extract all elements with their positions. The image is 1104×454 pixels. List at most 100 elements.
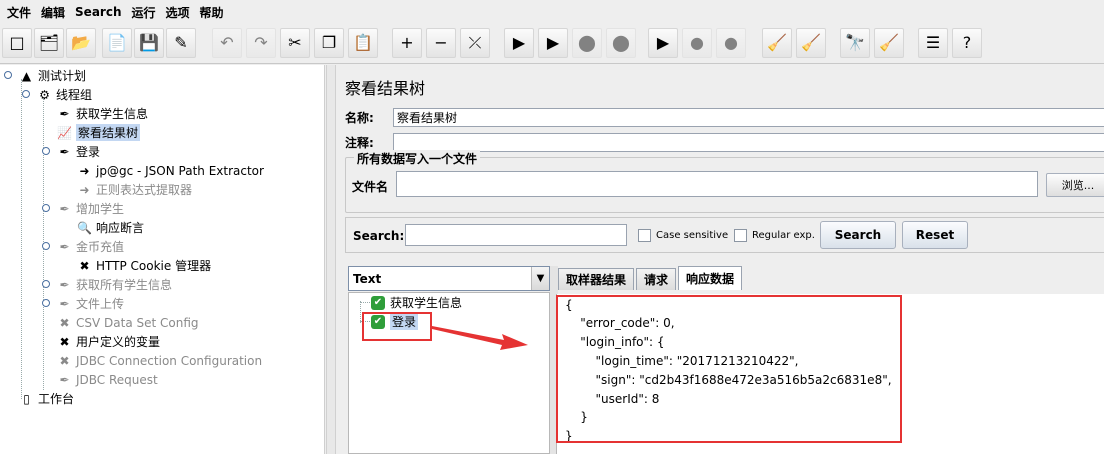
collapse-button[interactable]: − xyxy=(426,28,456,58)
binoculars-search-icon: 🔭 xyxy=(845,33,865,52)
expand-button[interactable]: + xyxy=(392,28,422,58)
tree-node[interactable]: ✒ 增加学生 xyxy=(56,199,124,218)
clear-button[interactable]: 🧹 xyxy=(762,28,792,58)
tree-expand-handle[interactable] xyxy=(42,242,50,250)
tree-node[interactable]: ✖ JDBC Connection Configuration xyxy=(56,351,262,370)
remote-exit-button[interactable]: ● xyxy=(716,28,746,58)
config-tools-icon: ✖ xyxy=(59,334,70,349)
shutdown-button[interactable]: ⬤ xyxy=(606,28,636,58)
close-file-button[interactable]: 📄 xyxy=(102,28,132,58)
function-helper-button[interactable]: ☰ xyxy=(918,28,948,58)
sampler-pen-icon: ✒ xyxy=(59,296,70,311)
name-label: 名称: xyxy=(345,110,374,125)
expand-icon: + xyxy=(400,33,414,52)
regular-exp-checkbox[interactable]: Regular exp. xyxy=(734,229,815,242)
tree-expand-handle[interactable] xyxy=(22,90,30,98)
tree-expand-handle[interactable] xyxy=(42,204,50,212)
open-templates-button[interactable]: 🗂 xyxy=(34,28,64,58)
copy-button[interactable]: ❐ xyxy=(314,28,344,58)
reset-button[interactable]: Reset xyxy=(902,221,968,249)
undo-button[interactable]: ↶ xyxy=(212,28,242,58)
filename-input[interactable] xyxy=(396,171,1038,197)
new-file-button[interactable]: □ xyxy=(2,28,32,58)
function-helper-icon: ☰ xyxy=(925,33,941,52)
extractor-arrow-icon: ➜ xyxy=(79,182,90,197)
tree-node[interactable]: ✒ 金币充值 xyxy=(56,237,124,256)
renderer-select[interactable]: Text ▼ xyxy=(348,266,550,291)
stop-button[interactable]: ⬤ xyxy=(572,28,602,58)
tree-node[interactable]: ✒ 获取学生信息 xyxy=(56,104,148,123)
tree-node-label: HTTP Cookie 管理器 xyxy=(96,259,212,273)
tree-node[interactable]: ✖ CSV Data Set Config xyxy=(56,313,199,332)
binoculars-search-button[interactable]: 🔭 xyxy=(840,28,870,58)
tree-node-label: CSV Data Set Config xyxy=(76,315,199,330)
tree-node[interactable]: ➜ 正则表达式提取器 xyxy=(76,180,192,199)
tree-node[interactable]: ▲ 测试计划 xyxy=(18,66,86,85)
menu-help[interactable]: 帮助 xyxy=(195,4,229,21)
remote-exit-icon: ● xyxy=(724,33,738,52)
start-no-pause-button[interactable]: ▶ xyxy=(538,28,568,58)
remote-stop-button[interactable]: ● xyxy=(682,28,712,58)
search-input[interactable] xyxy=(405,224,627,246)
paste-button[interactable]: 📋 xyxy=(348,28,378,58)
result-item[interactable]: ✔ 获取学生信息 xyxy=(371,294,462,311)
tree-node-label: 获取所有学生信息 xyxy=(76,278,173,292)
save-button[interactable]: 💾 xyxy=(134,28,164,58)
cut-button[interactable]: ✂ xyxy=(280,28,310,58)
tree-node[interactable]: ✒ 获取所有学生信息 xyxy=(56,275,172,294)
tab-request[interactable]: 请求 xyxy=(636,268,677,290)
menu-file[interactable]: 文件 xyxy=(2,4,36,21)
tree-connector xyxy=(21,79,22,399)
checkbox-box xyxy=(638,229,651,242)
browse-button[interactable]: 浏览... xyxy=(1046,173,1104,197)
case-sensitive-checkbox[interactable]: Case sensitive xyxy=(638,229,728,242)
tree-node[interactable]: ✖ HTTP Cookie 管理器 xyxy=(76,256,211,275)
tree-node-label: 线程组 xyxy=(56,88,93,102)
tree-node[interactable]: ⚙ 线程组 xyxy=(36,85,92,104)
sampler-pen-icon: ✒ xyxy=(59,372,70,387)
broom-reset-button[interactable]: 🧹 xyxy=(874,28,904,58)
tree-node[interactable]: 📈 察看结果树 xyxy=(56,123,141,142)
tree-node[interactable]: ✒ JDBC Request xyxy=(56,370,157,389)
save-as-button[interactable]: ✎ xyxy=(166,28,196,58)
tree-node[interactable]: ▯ 工作台 xyxy=(18,389,74,408)
start-button[interactable]: ▶ xyxy=(504,28,534,58)
tree-expand-handle[interactable] xyxy=(42,147,50,155)
toggle-icon: ⤫ xyxy=(468,33,482,52)
tree-expand-handle[interactable] xyxy=(42,280,50,288)
toggle-button[interactable]: ⤫ xyxy=(460,28,490,58)
comment-input[interactable] xyxy=(393,132,1104,152)
pane-splitter[interactable] xyxy=(326,65,336,454)
help-button[interactable]: ? xyxy=(952,28,982,58)
menu-run[interactable]: 运行 xyxy=(126,4,160,21)
tree-node[interactable]: ✒ 文件上传 xyxy=(56,294,124,313)
clear-all-icon: 🧹 xyxy=(801,33,821,52)
tree-node-label: jp@gc - JSON Path Extractor xyxy=(96,163,264,178)
tree-node[interactable]: ✖ 用户定义的变量 xyxy=(56,332,160,351)
menu-edit[interactable]: 编辑 xyxy=(36,4,70,21)
magnifier-assertion-icon: 🔍 xyxy=(77,220,92,235)
tree-node[interactable]: ➜ jp@gc - JSON Path Extractor xyxy=(76,161,264,180)
menu-search[interactable]: Search xyxy=(70,5,126,19)
tab-sampler-result[interactable]: 取样器结果 xyxy=(558,268,635,290)
tree-node[interactable]: 🔍 响应断言 xyxy=(76,218,144,237)
page-title: 察看结果树 xyxy=(345,79,426,98)
red-arrow-icon xyxy=(432,326,528,350)
sampler-pen-icon: ✒ xyxy=(59,201,70,216)
write-to-file-group: 所有数据写入一个文件 文件名 浏览... xyxy=(345,150,1104,213)
copy-icon: ❐ xyxy=(321,33,337,52)
tree-node-label: JDBC Connection Configuration xyxy=(76,353,263,368)
tree-expand-handle[interactable] xyxy=(4,71,12,79)
tab-response-data[interactable]: 响应数据 xyxy=(678,266,743,290)
redo-button[interactable]: ↷ xyxy=(246,28,276,58)
tree-expand-handle[interactable] xyxy=(42,299,50,307)
search-button[interactable]: Search xyxy=(820,221,896,249)
remote-start-button[interactable]: ▶ xyxy=(648,28,678,58)
name-input[interactable] xyxy=(393,107,1104,127)
menu-options[interactable]: 选项 xyxy=(161,4,195,21)
comment-row: 注释: xyxy=(345,132,1104,152)
chevron-down-icon[interactable]: ▼ xyxy=(531,267,549,290)
open-folder-button[interactable]: 📂 xyxy=(66,28,96,58)
clear-all-button[interactable]: 🧹 xyxy=(796,28,826,58)
tree-node[interactable]: ✒ 登录 xyxy=(56,142,100,161)
